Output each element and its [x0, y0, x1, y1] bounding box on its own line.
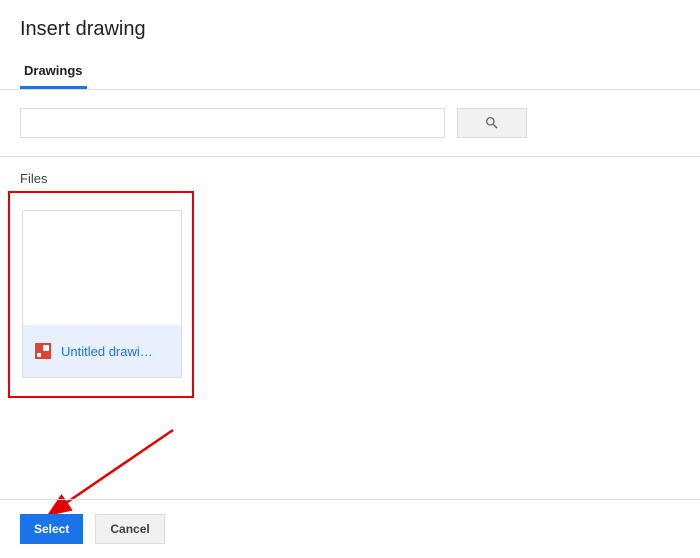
- search-icon: [484, 115, 500, 131]
- file-card[interactable]: Untitled drawi…: [22, 210, 182, 378]
- content-area: Files Untitled drawi…: [0, 157, 700, 392]
- select-button[interactable]: Select: [20, 514, 83, 544]
- tabs-bar: Drawings: [0, 53, 700, 90]
- files-label: Files: [20, 171, 680, 186]
- search-input[interactable]: [20, 108, 445, 138]
- dialog-footer: Select Cancel: [0, 499, 700, 558]
- cancel-button[interactable]: Cancel: [95, 514, 164, 544]
- file-name: Untitled drawi…: [61, 344, 153, 359]
- file-footer: Untitled drawi…: [23, 325, 181, 377]
- dialog-title: Insert drawing: [0, 0, 700, 53]
- tab-drawings[interactable]: Drawings: [20, 53, 87, 89]
- search-button[interactable]: [457, 108, 527, 138]
- google-drawings-icon: [35, 343, 51, 359]
- file-preview: [23, 211, 181, 325]
- search-row: [0, 90, 700, 156]
